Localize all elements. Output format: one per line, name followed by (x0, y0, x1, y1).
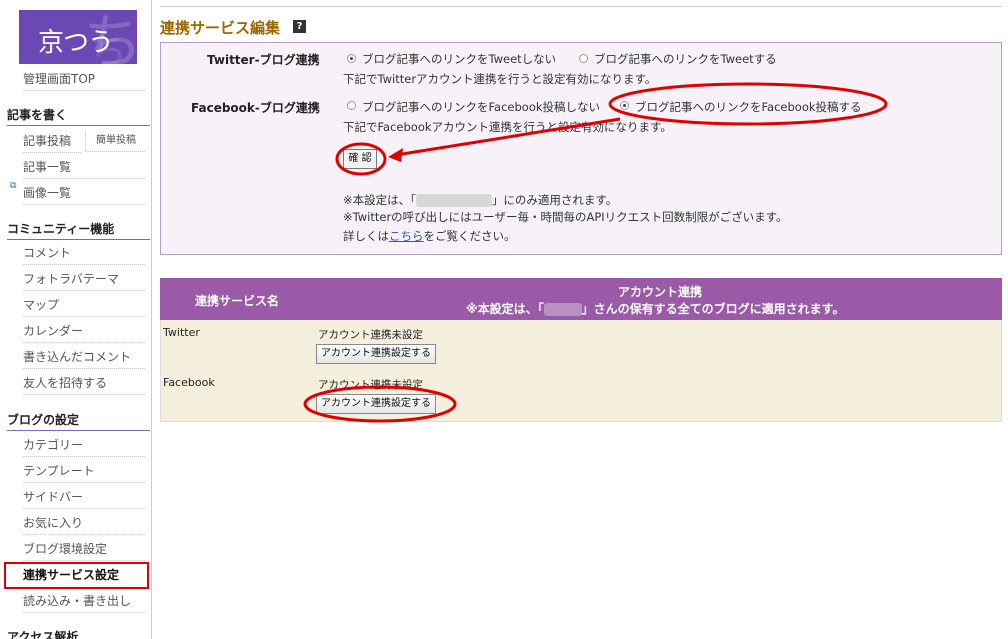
sidebar-heading-blog-settings: ブログの設定 (7, 410, 150, 431)
sidebar-item-import-export[interactable]: 読み込み・書き出し (23, 590, 145, 613)
sidebar-item-calendar[interactable]: カレンダー (23, 320, 145, 343)
sidebar-heading-analytics: アクセス解析 (7, 630, 79, 639)
twitter-off-radio[interactable] (347, 54, 356, 63)
sidebar-item-new-post[interactable]: 記事投稿 (23, 130, 81, 153)
facebook-off-radio[interactable] (347, 101, 356, 110)
service-name-twitter: Twitter (163, 326, 200, 339)
confirm-button[interactable]: 確 認 (343, 149, 377, 169)
help-icon[interactable]: ? (293, 20, 306, 33)
notice-apply-prefix: ※本設定は、「 (343, 193, 416, 207)
facebook-off-label[interactable]: ブログ記事へのリンクをFacebook投稿しない (362, 99, 600, 115)
sidebar-item-quick-post[interactable]: 簡単投稿 (85, 130, 145, 152)
facebook-setting-label: Facebook-ブログ連携 (191, 101, 320, 115)
sidebar-item-invite-friends[interactable]: 友人を招待する (23, 372, 145, 395)
facebook-account-setup-button[interactable]: アカウント連携設定する (316, 394, 436, 414)
notice-details-suffix: をご覧ください。 (423, 229, 516, 243)
popup-window-icon: ⧉ (10, 181, 17, 191)
twitter-note: 下記でTwitterアカウント連携を行うと設定有効になります。 (343, 72, 657, 86)
facebook-on-label[interactable]: ブログ記事へのリンクをFacebook投稿する (635, 99, 862, 115)
twitter-off-label[interactable]: ブログ記事へのリンクをTweetしない (362, 51, 556, 67)
facebook-note: 下記でFacebookアカウント連携を行うと設定有効になります。 (343, 120, 672, 134)
twitter-on-label[interactable]: ブログ記事へのリンクをTweetする (594, 51, 777, 67)
sidebar: ち ち 京つう 管理画面TOP 記事を書く 記事投稿 簡単投稿 記事一覧 ⧉ 画… (0, 0, 152, 639)
twitter-account-status: アカウント連携未設定 (318, 329, 423, 341)
column-header-service: 連携サービス名 (195, 294, 280, 308)
sidebar-heading-write: 記事を書く (7, 105, 150, 126)
notice-api-limit: ※Twitterの呼び出しにはユーザー毎・時間毎のAPIリクエスト回数制限がござ… (343, 210, 788, 224)
sidebar-item-templates[interactable]: テンプレート (23, 460, 145, 483)
redacted-user-name (543, 303, 582, 316)
twitter-setting-label: Twitter-ブログ連携 (207, 53, 320, 67)
sidebar-heading-community: コミュニティー機能 (7, 219, 150, 240)
sidebar-item-map[interactable]: マップ (23, 294, 145, 317)
twitter-on-radio[interactable] (579, 54, 588, 63)
sidebar-item-written-comments[interactable]: 書き込んだコメント (23, 346, 145, 369)
column-header-account: アカウント連携 (618, 285, 703, 299)
sidebar-item-photo-theme[interactable]: フォトラバテーマ (23, 268, 145, 291)
service-name-facebook: Facebook (163, 376, 215, 389)
account-note-prefix: ※本設定は、「 (466, 302, 544, 316)
sidebar-item-image-list[interactable]: 画像一覧 (23, 182, 145, 205)
sidebar-item-blog-environment[interactable]: ブログ環境設定 (23, 538, 145, 561)
sidebar-item-post-list[interactable]: 記事一覧 (23, 156, 145, 179)
sidebar-item-favorites[interactable]: お気に入り (23, 512, 145, 535)
twitter-account-setup-button[interactable]: アカウント連携設定する (316, 344, 436, 364)
account-table-body (160, 320, 1002, 422)
logo-text: 京つう (38, 28, 114, 58)
details-link[interactable]: こちら (389, 229, 424, 243)
column-header-account-note: ※本設定は、「 」さんの保有する全てのブログに適用されます。 (466, 300, 844, 317)
sidebar-item-comments[interactable]: コメント (23, 242, 145, 265)
facebook-account-status: アカウント連携未設定 (318, 379, 423, 391)
redacted-blog-name (415, 194, 492, 207)
account-note-suffix: 」さんの保有する全てのブログに適用されます。 (581, 302, 845, 316)
notice-apply-suffix: 」にのみ適用されます。 (491, 193, 618, 207)
notice-apply-scope: ※本設定は、「 」にのみ適用されます。 (343, 192, 617, 208)
sidebar-item-admin-top[interactable]: 管理画面TOP (23, 68, 145, 91)
sidebar-item-sidebar[interactable]: サイドバー (23, 486, 145, 509)
page-title: 連携サービス編集 (160, 19, 281, 37)
facebook-on-radio[interactable] (620, 101, 629, 110)
site-logo[interactable]: ち ち 京つう (19, 10, 137, 64)
top-divider (160, 6, 1002, 7)
sidebar-item-linked-services[interactable]: 連携サービス設定 (4, 562, 149, 589)
notice-details: 詳しくはこちらをご覧ください。 (343, 228, 516, 244)
notice-details-prefix: 詳しくは (343, 229, 389, 243)
sidebar-item-categories[interactable]: カテゴリー (23, 434, 145, 457)
